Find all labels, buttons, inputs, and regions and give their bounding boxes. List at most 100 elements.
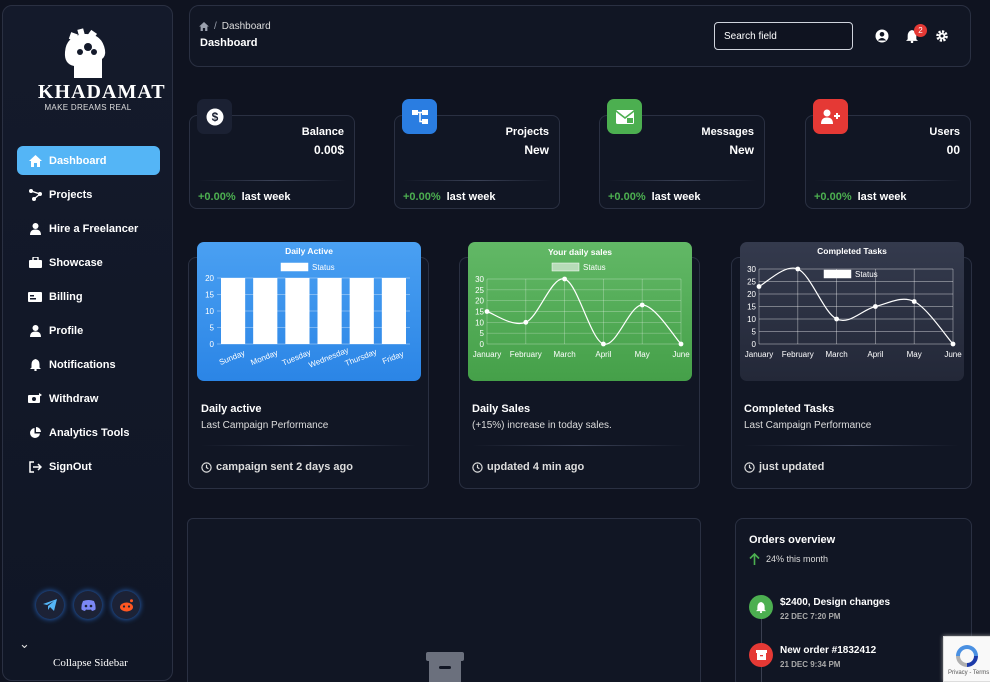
stat-value: New	[524, 143, 549, 157]
data-point	[873, 304, 878, 309]
orders-overview-card: Orders overview 24% this month $2400, De…	[735, 518, 972, 682]
clock-icon	[472, 461, 483, 473]
breadcrumb: / Dashboard	[199, 21, 271, 32]
y-tick-label: 10	[475, 318, 484, 327]
sidebar-item-hire-freelancer[interactable]: Hire a Freelancer	[17, 214, 160, 243]
user-plus-icon	[813, 99, 848, 134]
x-tick-label: Tuesday	[281, 348, 313, 368]
money-bill-icon	[28, 290, 42, 304]
timeline-item-title: New order #1832412	[780, 645, 877, 656]
sidebar-item-label: Hire a Freelancer	[49, 222, 139, 235]
y-tick-label: 25	[475, 286, 484, 295]
stat-label: Projects	[505, 126, 549, 138]
stat-value: New	[729, 143, 754, 157]
completed-tasks-line-chart: Completed Tasks Status 30 25 20 15 10 5 0January…	[745, 246, 962, 359]
y-tick-label: 0	[752, 340, 757, 349]
x-tick-label: January	[473, 350, 501, 359]
legend-swatch	[280, 262, 309, 272]
recaptcha-text[interactable]: Privacy - Terms	[948, 670, 989, 676]
chart-panel: Your daily sales Status 30 25 20 15 10 5 0 Januar…	[468, 242, 692, 381]
sidebar-item-notifications[interactable]: Notifications	[17, 350, 160, 379]
y-tick-label: 0	[480, 340, 485, 349]
sidebar-nav: Dashboard Projects Hire a Freelancer Sho…	[17, 146, 160, 486]
x-tick-label: Friday	[381, 349, 405, 366]
divider	[198, 180, 346, 181]
sidebar-item-showcase[interactable]: Showcase	[17, 248, 160, 277]
sidebar-item-signout[interactable]: SignOut	[17, 452, 160, 481]
chart-card-daily-active: Daily Active Status 20 15 10 5 0 Sunday Monday Tu…	[188, 242, 429, 489]
stat-value: 0.00$	[313, 143, 344, 157]
y-tick-label: 0	[210, 340, 215, 349]
bar	[317, 278, 342, 344]
sidebar-item-withdraw[interactable]: Withdraw	[17, 384, 160, 413]
data-point	[950, 341, 956, 347]
x-tick-label: May	[635, 350, 650, 359]
daily-sales-line-chart: Your daily sales Status 30 25 20 1510 5 0Januar…	[473, 247, 690, 359]
money-transfer-icon	[28, 392, 42, 406]
card-footer: updated 4 min ago	[472, 461, 584, 473]
legend-label: Status	[855, 270, 878, 279]
sidebar-item-label: Billing	[49, 290, 83, 303]
divider	[201, 445, 416, 446]
card-title: Daily active	[201, 403, 262, 415]
data-point	[523, 319, 529, 325]
page-title: Dashboard	[200, 37, 258, 49]
collapse-sidebar-button[interactable]: Collapse Sidebar	[53, 657, 128, 669]
card-footer-text: campaign sent 2 days ago	[216, 461, 353, 473]
sidebar-item-billing[interactable]: Billing	[17, 282, 160, 311]
x-tick-label: March	[825, 350, 847, 359]
data-point	[678, 341, 684, 347]
recaptcha-badge[interactable]: Privacy - Terms	[943, 636, 990, 682]
stat-footer: +0.00% last week	[403, 191, 496, 203]
stat-change: +0.00%	[608, 191, 646, 203]
data-point	[601, 341, 606, 347]
arrow-up-icon	[749, 553, 760, 565]
telegram-icon[interactable]	[36, 591, 64, 619]
account-icon[interactable]	[874, 28, 890, 44]
stat-label: Balance	[301, 126, 344, 138]
timeline-item-date: 21 DEC 9:34 PM	[780, 660, 841, 669]
bar	[381, 278, 406, 344]
chart-title: Completed Tasks	[817, 246, 887, 256]
card-subtitle: (+15%) increase in today sales.	[472, 420, 612, 431]
sidebar-item-label: Dashboard	[49, 154, 107, 167]
home-icon[interactable]	[199, 22, 209, 31]
gear-icon[interactable]	[934, 28, 950, 44]
chevron-down-icon[interactable]: ⌄	[19, 636, 30, 652]
stat-card-balance: $ Balance 0.00$ +0.00% last week	[189, 99, 355, 209]
timeline-item-date: 22 DEC 7:20 PM	[780, 612, 841, 621]
chart-card-daily-sales: Your daily sales Status 30 25 20 15 10 5 0 Januar…	[459, 242, 700, 489]
brand-logo[interactable]: KHADAMAT MAKE DREAMS REAL	[38, 28, 165, 118]
pie-chart-icon	[28, 426, 42, 440]
sign-out-icon	[28, 460, 42, 474]
sidebar-item-dashboard[interactable]: Dashboard	[17, 146, 160, 175]
sidebar-item-projects[interactable]: Projects	[17, 180, 160, 209]
stat-label: Users	[929, 126, 960, 138]
envelope-icon	[607, 99, 642, 134]
y-tick-label: 15	[205, 291, 214, 300]
search-input[interactable]	[714, 22, 853, 50]
archive-box-icon	[426, 652, 464, 682]
card-subtitle: Last Campaign Performance	[744, 420, 872, 431]
y-tick-label: 5	[210, 324, 215, 333]
y-tick-label: 25	[747, 278, 756, 287]
stat-footer: +0.00% last week	[814, 191, 907, 203]
bar	[221, 278, 246, 344]
orders-subtitle-text: 24% this month	[766, 554, 829, 564]
reddit-icon[interactable]	[112, 591, 140, 619]
y-tick-label: 15	[747, 303, 756, 312]
sidebar-item-label: Withdraw	[49, 392, 99, 405]
bar	[285, 278, 310, 344]
sidebar-item-label: Showcase	[49, 256, 103, 269]
sidebar-item-analytics-tools[interactable]: Analytics Tools	[17, 418, 160, 447]
y-tick-label: 10	[205, 307, 214, 316]
data-point	[562, 276, 567, 282]
bar	[253, 278, 278, 344]
x-tick-label: June	[672, 350, 690, 359]
orders-title: Orders overview	[749, 534, 836, 546]
user-icon	[28, 324, 42, 338]
svg-text:$: $	[211, 110, 218, 124]
stat-period: last week	[241, 191, 291, 203]
sidebar-item-profile[interactable]: Profile	[17, 316, 160, 345]
discord-icon[interactable]	[74, 591, 102, 619]
